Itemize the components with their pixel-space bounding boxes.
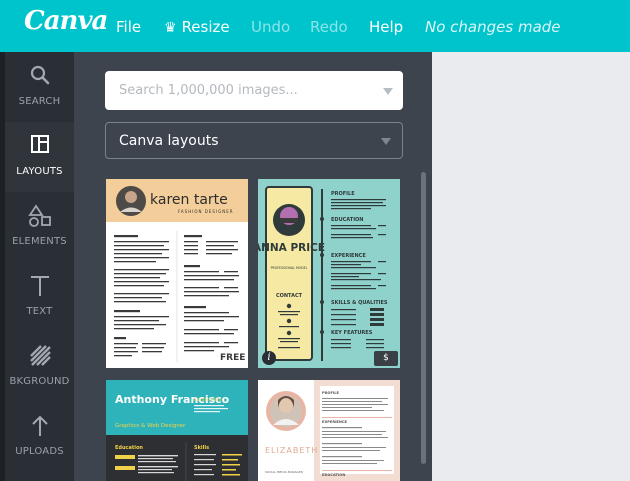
layouts-panel: Canva layouts karen tarte FASHION DESIGN… — [74, 52, 432, 481]
help-menu[interactable]: Help — [369, 18, 403, 36]
design-canvas-area[interactable] — [432, 52, 630, 481]
upload-icon — [5, 414, 74, 444]
resume-section-title: KEY FEATURES — [331, 330, 373, 336]
canva-logo[interactable]: Canva — [24, 6, 108, 36]
sidebar-item-uploads[interactable]: UPLOADS — [5, 402, 74, 472]
template-contact: CONTACT — [276, 293, 303, 299]
search-input[interactable] — [105, 71, 365, 110]
template-anna-price[interactable]: ANNA PRICE PROFESSIONAL MODEL CONTACT PR… — [258, 179, 400, 368]
resume-section-title: Education — [115, 445, 143, 451]
background-icon — [5, 344, 74, 374]
undo-button[interactable]: Undo — [251, 18, 290, 36]
resume-section-title: PROFILE — [322, 391, 340, 395]
template-subtitle: PROFESSIONAL MODEL — [271, 266, 308, 270]
sidebar-item-search[interactable]: SEARCH — [5, 52, 74, 122]
resume-preview: karen tarte FASHION DESIGNER — [106, 179, 248, 368]
sidebar-item-label: UPLOADS — [15, 446, 64, 457]
sidebar: SEARCH LAYOUTS ELEMENTS TEXT BKGROUND UP… — [5, 52, 74, 481]
sidebar-item-label: ELEMENTS — [12, 236, 67, 247]
template-subtitle: FASHION DESIGNER — [178, 209, 234, 214]
sidebar-item-background[interactable]: BKGROUND — [5, 332, 74, 402]
sidebar-item-label: BKGROUND — [9, 376, 70, 387]
image-search-box — [105, 71, 403, 110]
chevron-down-icon[interactable] — [383, 88, 393, 95]
template-name: ANNA PRICE — [258, 242, 325, 254]
info-icon[interactable]: i — [262, 351, 276, 365]
layout-select-label: Canva layouts — [119, 133, 219, 149]
template-anthony-francisco[interactable]: Anthony Francisco Graphics & Web Designe… — [106, 380, 248, 481]
resume-preview: ANNA PRICE PROFESSIONAL MODEL CONTACT PR… — [258, 179, 400, 368]
template-elizabeth-lewey[interactable]: ELIZABETH LEWEY SOCIAL MEDIA MANAGER PRO… — [258, 380, 400, 481]
sidebar-item-text[interactable]: TEXT — [5, 262, 74, 332]
resume-section-title: EXPERIENCE — [331, 253, 366, 259]
resume-section-title: EXPERIENCE — [322, 420, 348, 424]
resume-section-title: EDUCATION — [322, 473, 345, 477]
search-icon — [5, 64, 74, 94]
template-name: karen tarte — [150, 192, 228, 208]
file-menu[interactable]: File — [116, 18, 141, 36]
layouts-icon — [5, 134, 74, 164]
top-bar: Canva File ♛ Resize Undo Redo Help No cha… — [0, 0, 630, 52]
panel-scrollbar[interactable] — [421, 172, 426, 464]
sidebar-item-layouts[interactable]: LAYOUTS — [5, 122, 74, 192]
resume-preview: ELIZABETH LEWEY SOCIAL MEDIA MANAGER PRO… — [258, 380, 400, 481]
resume-preview: Anthony Francisco Graphics & Web Designe… — [106, 380, 248, 481]
resume-section-title: EDUCATION — [331, 217, 363, 223]
resume-section-title: Skills — [194, 445, 209, 451]
chevron-down-icon — [381, 138, 391, 145]
free-badge: FREE — [220, 353, 246, 363]
layout-type-select[interactable]: Canva layouts — [105, 122, 403, 159]
resize-label: Resize — [181, 18, 230, 36]
template-subtitle: Graphics & Web Designer — [115, 423, 186, 429]
canva-editor: Canva File ♛ Resize Undo Redo Help No cha… — [0, 0, 630, 481]
sidebar-item-label: TEXT — [26, 306, 53, 317]
resume-section-title: SKILLS & QUALITIES — [331, 300, 388, 306]
crown-icon: ♛ — [164, 20, 177, 36]
text-icon — [5, 274, 74, 304]
elements-icon — [5, 204, 74, 234]
save-status: No changes made — [425, 18, 561, 36]
template-karen-tarte[interactable]: karen tarte FASHION DESIGNER FREE — [106, 179, 248, 368]
template-contact: Contact Info — [194, 397, 222, 403]
resize-button[interactable]: ♛ Resize — [164, 18, 230, 36]
resume-section-title: PROFILE — [331, 191, 355, 197]
sidebar-item-elements[interactable]: ELEMENTS — [5, 192, 74, 262]
template-subtitle: SOCIAL MEDIA MANAGER — [265, 470, 303, 474]
sidebar-item-label: LAYOUTS — [16, 166, 63, 177]
sidebar-item-label: SEARCH — [18, 96, 61, 107]
premium-price-badge: $ — [374, 351, 398, 366]
redo-button[interactable]: Redo — [310, 18, 348, 36]
